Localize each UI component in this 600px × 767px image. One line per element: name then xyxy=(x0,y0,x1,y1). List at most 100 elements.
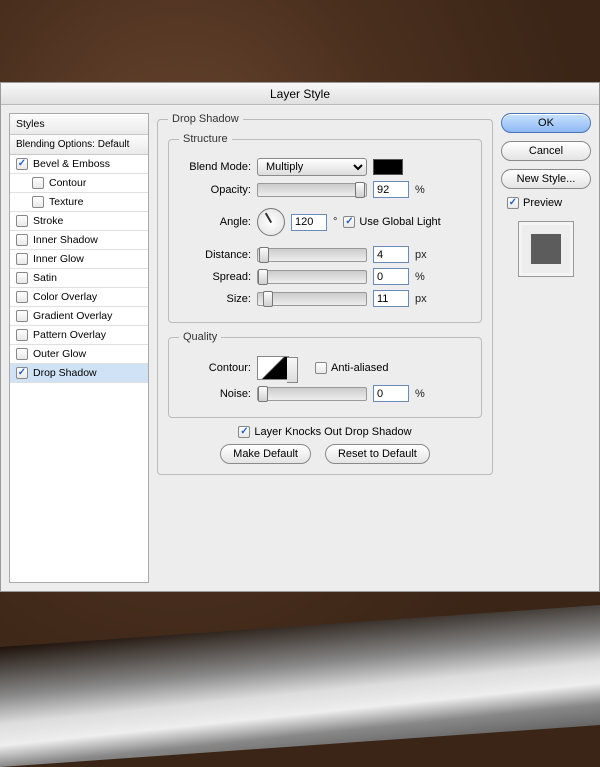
opacity-input[interactable] xyxy=(373,181,409,198)
structure-legend: Structure xyxy=(179,133,232,145)
distance-input[interactable] xyxy=(373,246,409,263)
dialog-actions: OK Cancel New Style... Preview xyxy=(501,113,591,583)
noise-row: Noise: % xyxy=(179,385,471,402)
sidebar-item-satin[interactable]: Satin xyxy=(10,269,148,288)
settings-pane: Drop Shadow Structure Blend Mode: Multip… xyxy=(157,113,493,583)
sidebar-item-gradient-overlay[interactable]: Gradient Overlay xyxy=(10,307,148,326)
sidebar-item-label: Outer Glow xyxy=(33,348,86,360)
use-global-light-label: Use Global Light xyxy=(359,216,440,228)
blend-mode-select[interactable]: Multiply xyxy=(257,158,367,176)
spread-unit: % xyxy=(415,271,425,283)
angle-input[interactable] xyxy=(291,214,327,231)
distance-unit: px xyxy=(415,249,427,261)
checkbox-icon xyxy=(16,310,28,322)
sidebar-header-styles[interactable]: Styles xyxy=(10,114,148,135)
anti-aliased-checkbox[interactable]: Anti-aliased xyxy=(315,362,388,374)
checkbox-icon xyxy=(16,158,28,170)
size-slider[interactable] xyxy=(257,292,367,306)
blend-mode-row: Blend Mode: Multiply xyxy=(179,158,471,176)
quality-legend: Quality xyxy=(179,331,221,343)
checkbox-icon xyxy=(32,196,44,208)
contour-picker[interactable] xyxy=(257,356,289,380)
checkbox-icon xyxy=(343,216,355,228)
sidebar-item-label: Drop Shadow xyxy=(33,367,97,379)
sidebar-item-label: Inner Shadow xyxy=(33,234,98,246)
checkbox-icon xyxy=(16,329,28,341)
preview-label: Preview xyxy=(523,197,562,209)
structure-group: Structure Blend Mode: Multiply Opacity: … xyxy=(168,133,482,323)
noise-slider[interactable] xyxy=(257,387,367,401)
sidebar-item-label: Inner Glow xyxy=(33,253,84,265)
checkbox-icon xyxy=(16,367,28,379)
opacity-unit: % xyxy=(415,184,425,196)
noise-unit: % xyxy=(415,388,425,400)
distance-row: Distance: px xyxy=(179,246,471,263)
checkbox-icon xyxy=(16,291,28,303)
sidebar-item-contour[interactable]: Contour xyxy=(10,174,148,193)
drop-shadow-legend: Drop Shadow xyxy=(168,113,243,125)
noise-input[interactable] xyxy=(373,385,409,402)
sidebar-item-label: Color Overlay xyxy=(33,291,97,303)
sidebar-item-texture[interactable]: Texture xyxy=(10,193,148,212)
sidebar-item-label: Texture xyxy=(49,196,83,208)
preview-swatch xyxy=(531,234,561,264)
opacity-label: Opacity: xyxy=(179,184,251,196)
make-default-button[interactable]: Make Default xyxy=(220,444,311,464)
new-style-button[interactable]: New Style... xyxy=(501,169,591,189)
sidebar-item-drop-shadow[interactable]: Drop Shadow xyxy=(10,364,148,383)
blend-mode-label: Blend Mode: xyxy=(179,161,251,173)
contour-row: Contour: Anti-aliased xyxy=(179,356,471,380)
cancel-button[interactable]: Cancel xyxy=(501,141,591,161)
sidebar-item-outer-glow[interactable]: Outer Glow xyxy=(10,345,148,364)
drop-shadow-group: Drop Shadow Structure Blend Mode: Multip… xyxy=(157,113,493,475)
spread-input[interactable] xyxy=(373,268,409,285)
contour-label: Contour: xyxy=(179,362,251,374)
ok-button[interactable]: OK xyxy=(501,113,591,133)
sidebar-item-label: Bevel & Emboss xyxy=(33,158,110,170)
angle-label: Angle: xyxy=(179,216,251,228)
sidebar-item-label: Gradient Overlay xyxy=(33,310,112,322)
spread-slider[interactable] xyxy=(257,270,367,284)
opacity-row: Opacity: % xyxy=(179,181,471,198)
angle-unit: ° xyxy=(333,216,337,228)
sidebar-item-label: Pattern Overlay xyxy=(33,329,106,341)
checkbox-icon xyxy=(16,215,28,227)
distance-label: Distance: xyxy=(179,249,251,261)
checkbox-icon xyxy=(16,272,28,284)
checkbox-icon xyxy=(238,426,250,438)
shadow-color-swatch[interactable] xyxy=(373,159,403,175)
checkbox-icon xyxy=(32,177,44,189)
use-global-light-checkbox[interactable]: Use Global Light xyxy=(343,216,440,228)
size-label: Size: xyxy=(179,293,251,305)
sidebar-item-label: Satin xyxy=(33,272,57,284)
angle-dial[interactable] xyxy=(257,208,285,236)
reset-to-default-button[interactable]: Reset to Default xyxy=(325,444,430,464)
size-unit: px xyxy=(415,293,427,305)
sidebar-item-pattern-overlay[interactable]: Pattern Overlay xyxy=(10,326,148,345)
checkbox-icon xyxy=(16,234,28,246)
checkbox-icon xyxy=(16,253,28,265)
checkbox-icon xyxy=(315,362,327,374)
size-row: Size: px xyxy=(179,290,471,307)
sidebar-item-color-overlay[interactable]: Color Overlay xyxy=(10,288,148,307)
size-input[interactable] xyxy=(373,290,409,307)
layer-style-dialog: Layer Style Styles Blending Options: Def… xyxy=(0,82,600,592)
preview-checkbox[interactable]: Preview xyxy=(507,197,562,209)
sidebar-item-inner-shadow[interactable]: Inner Shadow xyxy=(10,231,148,250)
checkbox-icon xyxy=(16,348,28,360)
styles-sidebar: Styles Blending Options: Default Bevel &… xyxy=(9,113,149,583)
opacity-slider[interactable] xyxy=(257,183,367,197)
checkbox-icon xyxy=(507,197,519,209)
layer-knocks-out-checkbox[interactable]: Layer Knocks Out Drop Shadow xyxy=(238,426,411,438)
sidebar-blending-options[interactable]: Blending Options: Default xyxy=(10,135,148,155)
sidebar-item-label: Contour xyxy=(49,177,86,189)
distance-slider[interactable] xyxy=(257,248,367,262)
quality-group: Quality Contour: Anti-aliased Noise: xyxy=(168,331,482,418)
sidebar-item-label: Stroke xyxy=(33,215,63,227)
sidebar-item-stroke[interactable]: Stroke xyxy=(10,212,148,231)
sidebar-item-bevel-emboss[interactable]: Bevel & Emboss xyxy=(10,155,148,174)
sidebar-item-inner-glow[interactable]: Inner Glow xyxy=(10,250,148,269)
noise-label: Noise: xyxy=(179,388,251,400)
spread-row: Spread: % xyxy=(179,268,471,285)
angle-row: Angle: ° Use Global Light xyxy=(179,208,471,236)
